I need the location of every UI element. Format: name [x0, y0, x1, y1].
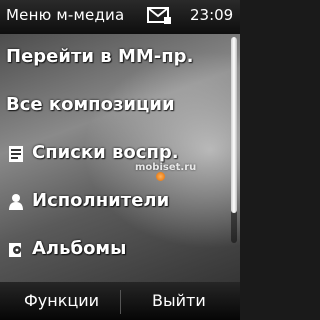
menu-item-label: Исполнители [32, 190, 170, 211]
exit-softkey[interactable]: Выйти [152, 291, 206, 310]
menu-item-artists[interactable]: Исполнители [0, 181, 232, 221]
watermark-dot-icon [156, 172, 165, 181]
scrollbar[interactable] [231, 37, 237, 243]
menu-item-all-tracks[interactable]: Все композиции [0, 85, 232, 125]
menu-item-albums[interactable]: Альбомы [0, 229, 232, 269]
menu-item-label: Все композиции [6, 94, 175, 115]
softkey-divider [120, 290, 121, 314]
menu-item-go-to-mm[interactable]: Перейти в ММ-пр. [0, 37, 232, 77]
menu-item-playlists[interactable]: Списки воспр. [0, 133, 232, 173]
menu-item-label: Альбомы [32, 238, 127, 259]
menu-item-label: Перейти в ММ-пр. [6, 46, 194, 67]
menu-item-label: Списки воспр. [32, 142, 179, 163]
softkey-bar: Функции Выйти [0, 282, 240, 320]
functions-softkey[interactable]: Функции [24, 291, 99, 310]
watermark: mobiset.ru [135, 162, 197, 173]
playlist-icon [9, 146, 23, 162]
clock: 23:09 [190, 6, 234, 24]
app-title: Меню м-медиа [6, 6, 125, 24]
status-bar: Меню м-медиа 23:09 [0, 0, 240, 34]
scrollbar-thumb[interactable] [231, 37, 237, 213]
person-icon [9, 194, 23, 210]
album-icon [9, 243, 21, 257]
envelope-icon [147, 7, 171, 24]
